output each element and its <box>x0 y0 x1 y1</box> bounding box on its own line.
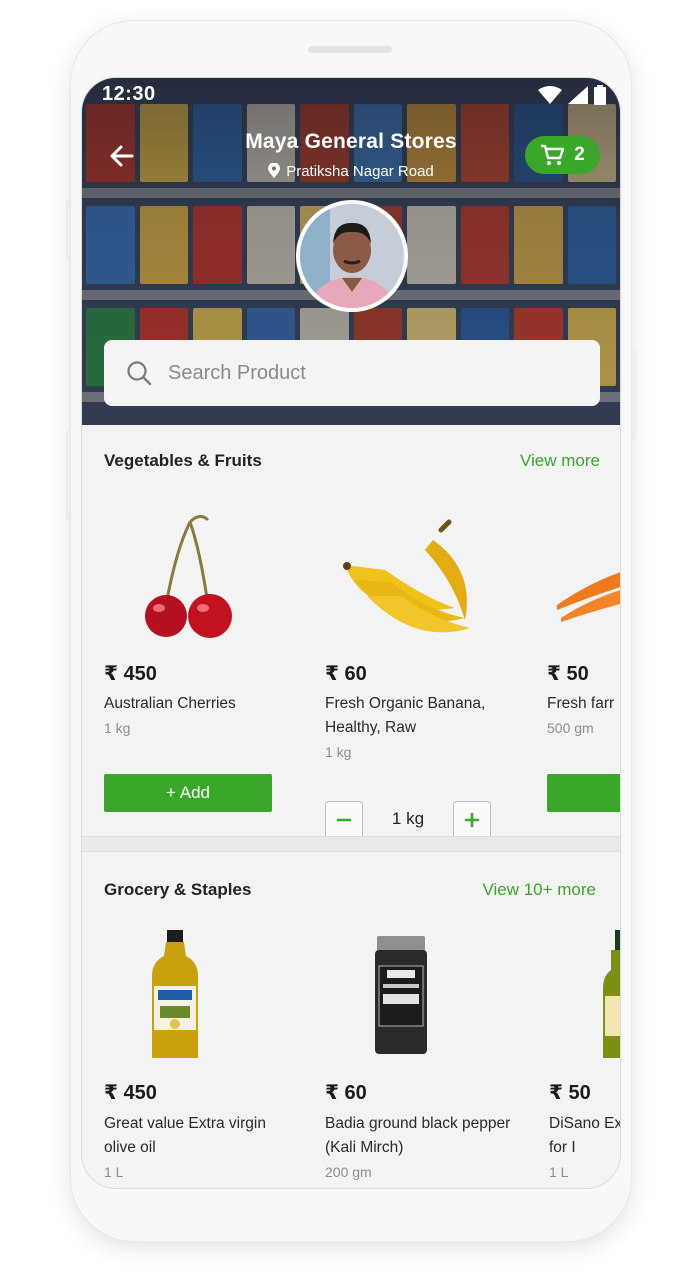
cart-count: 2 <box>574 144 585 165</box>
phone-side-button <box>632 350 636 440</box>
cart-icon <box>541 144 565 165</box>
battery-icon <box>594 85 606 105</box>
status-icons <box>538 85 606 105</box>
product-card[interactable]: ₹ 50 Fresh farr 500 gm + <box>547 510 620 820</box>
signal-icon <box>568 86 588 104</box>
location-pin-icon <box>268 163 281 178</box>
product-quantity: 1 L <box>549 1164 569 1180</box>
pepper-jar-image <box>375 936 427 1054</box>
product-name: Great value Extra virgin olive oil <box>104 1115 266 1156</box>
plus-icon <box>464 812 480 828</box>
minus-icon <box>336 818 352 822</box>
product-quantity: 200 gm <box>325 1164 372 1180</box>
product-card[interactable]: ₹ 450 Great value Extra virgin olive oil… <box>104 930 304 1188</box>
product-name: DiSano Ex Ideal for I <box>549 1115 620 1156</box>
product-price: ₹ 60 <box>325 663 367 685</box>
product-card[interactable]: ₹ 60 Fresh Organic Banana, Healthy, Raw … <box>325 510 525 839</box>
product-name: Australian Cherries <box>104 695 236 712</box>
store-location-text: Pratiksha Nagar Road <box>286 163 434 180</box>
section-title: Vegetables & Fruits <box>104 451 262 470</box>
product-price: ₹ 60 <box>325 1082 367 1104</box>
product-quantity: 1 kg <box>325 744 352 760</box>
section-grocery-staples: Grocery & Staples View 10+ more ₹ 450 Gr… <box>82 852 620 1188</box>
search-icon <box>127 361 152 386</box>
status-time: 12:30 <box>102 83 156 105</box>
store-header: 12:30 Maya General Stores Pratiksha Naga… <box>82 78 620 425</box>
product-price: ₹ 50 <box>547 663 589 685</box>
product-price: ₹ 50 <box>549 1082 591 1104</box>
cherries-image <box>145 515 232 638</box>
product-price: ₹ 450 <box>104 1082 157 1104</box>
app-screen: 12:30 Maya General Stores Pratiksha Naga… <box>82 78 620 1188</box>
product-quantity: 500 gm <box>547 720 594 736</box>
product-name: Badia ground black pepper (Kali Mirch) <box>325 1115 511 1156</box>
wifi-icon <box>538 86 562 104</box>
product-card[interactable]: ₹ 60 Badia ground black pepper (Kali Mir… <box>325 930 525 1188</box>
phone-speaker <box>308 46 392 53</box>
status-bar: 12:30 <box>82 78 620 112</box>
section-divider <box>82 836 620 852</box>
product-name: Fresh Organic Banana, Healthy, Raw <box>325 695 486 736</box>
search-input[interactable]: Search Product <box>104 340 600 406</box>
increment-button[interactable] <box>453 801 491 839</box>
oil-bottle-image <box>603 930 620 1058</box>
phone-side-button <box>66 200 70 260</box>
section-vegetables-fruits: Vegetables & Fruits View more ₹ 450 Aust… <box>82 425 620 839</box>
product-quantity: 1 L <box>104 1164 124 1180</box>
product-card[interactable]: ₹ 450 Australian Cherries 1 kg + Add <box>104 510 304 820</box>
store-owner-avatar <box>296 200 408 312</box>
view-more-link[interactable]: View 10+ more <box>482 880 596 900</box>
quantity-stepper: 1 kg <box>325 801 491 839</box>
decrement-button[interactable] <box>325 801 363 839</box>
product-card[interactable]: ₹ 50 DiSano Ex Ideal for I 1 L <box>549 930 620 1188</box>
section-title: Grocery & Staples <box>104 880 252 899</box>
banana-image <box>343 519 470 633</box>
quantity-value: 1 kg <box>391 809 425 828</box>
view-more-link[interactable]: View more <box>520 451 600 471</box>
product-quantity: 1 kg <box>104 720 131 736</box>
add-button[interactable]: + Add <box>104 774 272 812</box>
olive-oil-bottle-image <box>152 930 198 1058</box>
product-price: ₹ 450 <box>104 663 157 685</box>
cart-button[interactable]: 2 <box>525 136 600 174</box>
product-name: Fresh farr <box>547 695 615 712</box>
phone-side-button <box>66 430 70 520</box>
search-placeholder: Search Product <box>168 361 306 384</box>
carrot-image <box>557 572 620 622</box>
add-button[interactable]: + <box>547 774 620 812</box>
